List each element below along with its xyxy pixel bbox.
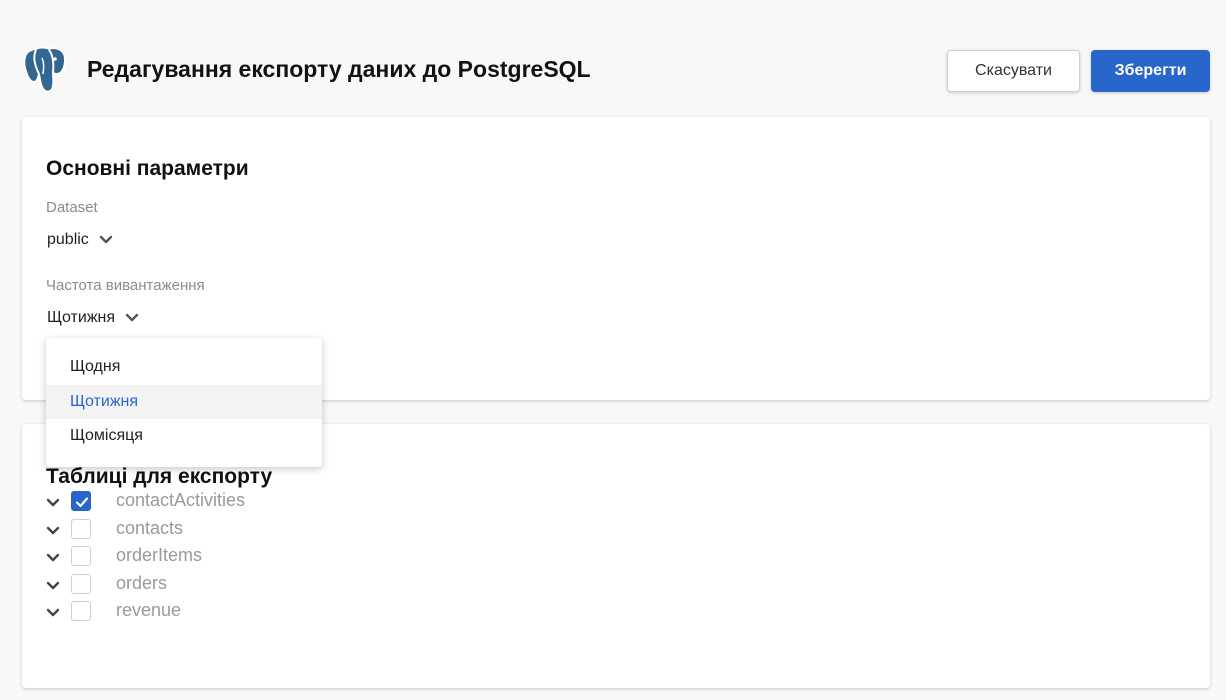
table-name: orders bbox=[116, 573, 168, 593]
chevron-down-icon[interactable] bbox=[46, 498, 60, 508]
dataset-select[interactable]: public bbox=[47, 231, 113, 249]
frequency-option[interactable]: Щодня bbox=[46, 350, 322, 384]
table-checkbox[interactable] bbox=[71, 491, 91, 511]
table-name: revenue bbox=[116, 600, 182, 620]
cancel-button[interactable]: Скасувати bbox=[947, 50, 1080, 92]
table-row: contactActivities bbox=[46, 490, 446, 515]
table-row: contacts bbox=[46, 518, 446, 543]
frequency-option[interactable]: Щомісяця bbox=[46, 419, 322, 453]
table-row: orderItems bbox=[46, 545, 446, 570]
frequency-dropdown-menu: Щодня Щотижня Щомісяця bbox=[46, 338, 322, 467]
frequency-label: Частота вивантаження bbox=[46, 277, 205, 294]
chevron-down-icon bbox=[125, 313, 139, 322]
main-settings-title: Основні параметри bbox=[46, 157, 249, 180]
dataset-value: public bbox=[47, 231, 89, 248]
table-checkbox[interactable] bbox=[71, 519, 91, 539]
chevron-down-icon[interactable] bbox=[46, 581, 60, 591]
table-checkbox[interactable] bbox=[71, 574, 91, 594]
chevron-down-icon[interactable] bbox=[46, 608, 60, 618]
page-title: Редагування експорту даних до PostgreSQL bbox=[87, 56, 591, 82]
frequency-option-selected[interactable]: Щотижня bbox=[46, 385, 322, 419]
table-row: orders bbox=[46, 573, 446, 598]
chevron-down-icon bbox=[99, 235, 113, 244]
dataset-label: Dataset bbox=[46, 199, 98, 216]
table-row: revenue bbox=[46, 600, 446, 625]
checkmark-icon bbox=[75, 497, 89, 508]
tables-section-title: Таблиці для експорту bbox=[46, 465, 273, 488]
frequency-value: Щотижня bbox=[47, 309, 116, 326]
postgresql-elephant-icon bbox=[23, 46, 67, 93]
chevron-down-icon[interactable] bbox=[46, 526, 60, 536]
table-checkbox[interactable] bbox=[71, 546, 91, 566]
chevron-down-icon[interactable] bbox=[46, 553, 60, 563]
frequency-select[interactable]: Щотижня bbox=[47, 309, 139, 327]
table-checkbox[interactable] bbox=[71, 601, 91, 621]
save-button[interactable]: Зберегти bbox=[1091, 50, 1210, 92]
table-name: orderItems bbox=[116, 545, 203, 565]
table-name: contacts bbox=[116, 518, 184, 538]
table-name: contactActivities bbox=[116, 490, 246, 510]
page-header: Редагування експорту даних до PostgreSQL… bbox=[0, 0, 1226, 116]
